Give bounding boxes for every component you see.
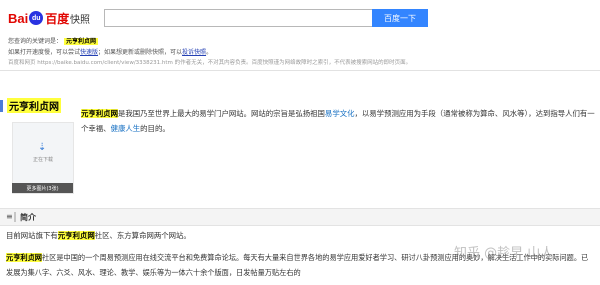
paragraph-1: 目前网站旗下有元亨利贞网社区、东方算命网两个网站。 <box>6 230 591 241</box>
baidu-paw-icon: du <box>29 11 44 25</box>
logo-text-latin: Bai <box>8 10 29 26</box>
section-divider <box>14 212 16 222</box>
source-url-link[interactable]: https://baike.baidu.com/client/view/3338… <box>37 60 173 66</box>
header-divider <box>0 70 600 71</box>
keyword-prefix: 您查询的关键词是： <box>8 38 63 45</box>
intro-name: 元亨利贞网 <box>81 109 118 118</box>
article-header: 元亨利贞网 ⇣ 正在下载 更多图片(3张) 元亨利贞网是我国乃至世界上最大的易学… <box>0 90 600 198</box>
fast-version-link[interactable]: 快速版 <box>80 49 98 56</box>
help-text-2: ；如果想更新或删除快照，可以 <box>98 49 183 56</box>
logo-text-cn: 百度 <box>45 11 70 26</box>
search-input[interactable] <box>104 9 374 27</box>
help-text-3: 。 <box>206 49 213 56</box>
p1-name: 元亨利贞网 <box>57 231 95 240</box>
section-label: 简介 <box>20 213 36 222</box>
section-header-intro: ≡ 简介 <box>0 208 600 226</box>
intro-text-3: 的目的。 <box>140 124 170 133</box>
disclaimer-line: 百度和网页 https://baike.baidu.com/client/vie… <box>8 58 411 66</box>
title-accent-bar <box>0 100 3 112</box>
complain-snapshot-link[interactable]: 投诉快照 <box>182 49 206 56</box>
snapshot-header: Bai du 百度 快照 百度一下 您查询的关键词是： 元亨利贞网 如果打开速度… <box>0 0 600 88</box>
keyword-notice: 您查询的关键词是： 元亨利贞网 <box>8 36 98 45</box>
zhihu-watermark: 知乎 @趁早 山人 <box>454 246 554 261</box>
list-icon: ≡ <box>6 212 13 221</box>
article-title: 元亨利贞网 <box>7 98 61 113</box>
more-images-button[interactable]: 更多图片(3张) <box>12 183 73 193</box>
p2-name: 元亨利贞网 <box>6 253 42 262</box>
baidu-logo[interactable]: Bai du 百度 <box>8 9 69 27</box>
help-text-1: 如果打开速度慢，可以尝试 <box>8 49 81 56</box>
yixue-culture-link[interactable]: 易学文化 <box>325 109 355 118</box>
snapshot-help-line: 如果打开速度慢，可以尝试快速版；如果想更新或删除快照，可以投诉快照。 <box>8 47 212 56</box>
snapshot-page: 元亨利贞网 ⇣ 正在下载 更多图片(3张) 元亨利贞网是我国乃至世界上最大的易学… <box>0 90 600 285</box>
keyword-highlight: 元亨利贞网 <box>63 38 98 45</box>
disclaimer-text-2: 的作者无关，不对其内容负责。百度快照谨为网络故障时之索引，不代表被搜索网站的即时… <box>172 60 412 66</box>
intro-text-1: 是我国乃至世界上最大的易学门户网站。网站的宗旨是弘扬祖国 <box>117 109 325 118</box>
image-placeholder-icon: ⇣ <box>38 142 47 153</box>
article-intro: 元亨利贞网是我国乃至世界上最大的易学门户网站。网站的宗旨是弘扬祖国易学文化，以易… <box>81 106 596 136</box>
search-button[interactable]: 百度一下 <box>372 9 428 27</box>
thumbnail-loading-text: 正在下载 <box>32 157 53 163</box>
healthy-life-link[interactable]: 健康人生 <box>111 124 141 133</box>
p1-text-1: 目前网站旗下有 <box>6 231 58 240</box>
disclaimer-text-1: 百度和网页 <box>8 60 38 66</box>
p1-text-2: 社区、东方算命网两个网站。 <box>94 231 191 240</box>
snapshot-label: 快照 <box>70 15 90 26</box>
